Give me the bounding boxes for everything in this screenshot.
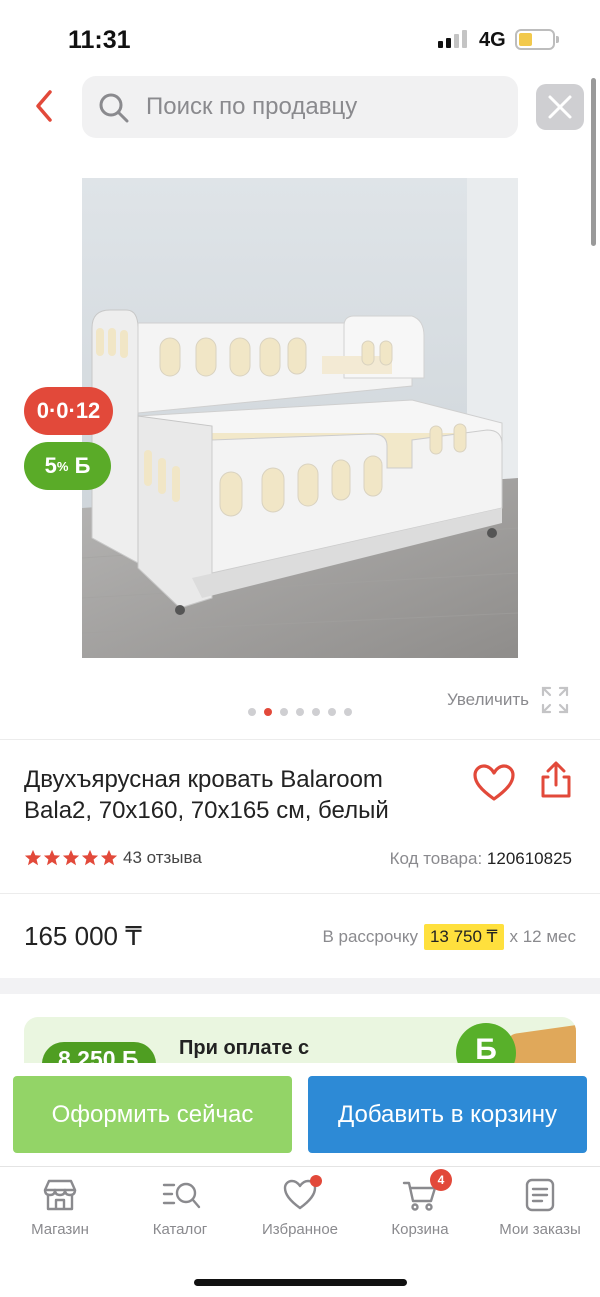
tab-label: Магазин xyxy=(31,1221,89,1238)
gallery-dot[interactable] xyxy=(264,708,272,716)
notification-dot xyxy=(310,1175,322,1187)
gallery-dot[interactable] xyxy=(312,708,320,716)
tab-cart[interactable]: 4 Корзина xyxy=(360,1169,480,1238)
search-icon xyxy=(99,93,129,123)
tab-catalog[interactable]: Каталог xyxy=(120,1177,240,1238)
zoom-link[interactable]: Увеличить xyxy=(447,684,571,716)
tab-label: Корзина xyxy=(391,1221,449,1238)
search-box[interactable] xyxy=(82,76,518,138)
bottom-tab-bar: Магазин Каталог Избранное 4 Корзина Мои … xyxy=(0,1166,600,1297)
star-icon xyxy=(62,849,80,866)
tab-store[interactable]: Магазин xyxy=(0,1177,120,1238)
orders-icon xyxy=(522,1177,558,1213)
add-to-cart-button[interactable]: Добавить в корзину xyxy=(308,1076,587,1153)
status-bar: 11:31 4G xyxy=(0,0,600,70)
installment-info[interactable]: В рассрочку 13 750 ₸ х 12 мес xyxy=(322,924,576,950)
installment-suffix: х 12 мес xyxy=(509,927,577,946)
battery-icon xyxy=(515,29,555,50)
favorite-button[interactable] xyxy=(472,764,516,802)
back-button[interactable] xyxy=(28,86,64,126)
tab-label: Избранное xyxy=(261,1221,339,1238)
star-icon xyxy=(81,849,99,866)
network-type: 4G xyxy=(479,29,506,51)
bonus-badge-currency: Б xyxy=(74,453,91,478)
bonus-coin-icon: Б xyxy=(456,1023,516,1063)
sku-value: 120610825 xyxy=(486,849,572,868)
gallery-dot[interactable] xyxy=(296,708,304,716)
bed-illustration xyxy=(82,178,518,658)
zoom-label: Увеличить xyxy=(447,690,529,709)
sku-label: Код товара: xyxy=(389,849,483,868)
installment-prefix: В рассрочку xyxy=(322,927,418,946)
bonus-badge: 5% Б xyxy=(24,442,111,490)
tab-label: Каталог xyxy=(152,1221,208,1238)
product-sku: Код товара: 120610825 xyxy=(390,849,572,869)
installment-badge: 0·0·12 xyxy=(24,387,113,435)
rating[interactable]: 43 отзыва xyxy=(24,848,202,868)
product-price: 165 000 ₸ xyxy=(24,921,142,951)
share-button[interactable] xyxy=(536,760,576,800)
promo-text: При оплате с xyxy=(179,1037,310,1059)
product-title: Двухъярусная кровать Balaroom Bala2, 70x… xyxy=(24,766,389,824)
tab-label: Мои заказы xyxy=(499,1221,581,1238)
store-icon xyxy=(42,1177,78,1213)
cart-icon: 4 xyxy=(402,1169,452,1213)
gallery-dot[interactable] xyxy=(344,708,352,716)
product-image[interactable] xyxy=(82,178,518,658)
heart-icon xyxy=(282,1175,322,1213)
home-indicator[interactable] xyxy=(194,1279,407,1286)
star-icon xyxy=(100,849,118,866)
gallery-dot[interactable] xyxy=(248,708,256,716)
action-bar: Оформить сейчас Добавить в корзину xyxy=(0,1063,600,1165)
top-nav xyxy=(0,74,600,140)
heart-icon xyxy=(473,764,515,801)
catalog-search-icon xyxy=(162,1177,201,1213)
bonus-promo-card[interactable]: 8 250 Б При оплате с Б xyxy=(24,1017,576,1063)
reviews-count: 43 отзыва xyxy=(123,848,202,867)
card-illustration-icon xyxy=(506,1023,576,1063)
star-icon xyxy=(24,849,42,866)
gallery-dot[interactable] xyxy=(280,708,288,716)
promo-amount: 8 250 Б xyxy=(42,1042,156,1063)
tab-favorites[interactable]: Избранное xyxy=(240,1175,360,1238)
installment-amount: 13 750 ₸ xyxy=(423,924,504,950)
chevron-left-icon xyxy=(36,90,52,122)
status-time: 11:31 xyxy=(68,26,131,54)
battery-tip xyxy=(556,36,559,43)
bonus-badge-value: 5 xyxy=(44,453,57,478)
tab-orders[interactable]: Мои заказы xyxy=(480,1177,600,1238)
gallery-dot[interactable] xyxy=(328,708,336,716)
rating-stars xyxy=(24,849,118,867)
gallery-pagination[interactable] xyxy=(248,708,352,716)
clear-button[interactable] xyxy=(536,84,584,130)
divider xyxy=(0,893,600,894)
share-icon xyxy=(541,761,571,798)
expand-icon xyxy=(541,686,569,714)
close-icon xyxy=(548,95,572,119)
star-icon xyxy=(43,849,61,866)
checkout-now-button[interactable]: Оформить сейчас xyxy=(13,1076,292,1153)
cart-count-badge: 4 xyxy=(430,1169,452,1191)
search-input[interactable] xyxy=(146,76,506,138)
section-separator xyxy=(0,978,600,994)
divider xyxy=(0,739,600,740)
bonus-badge-unit: % xyxy=(56,458,69,474)
scrollbar-thumb[interactable] xyxy=(591,78,596,246)
signal-icon xyxy=(438,30,467,48)
